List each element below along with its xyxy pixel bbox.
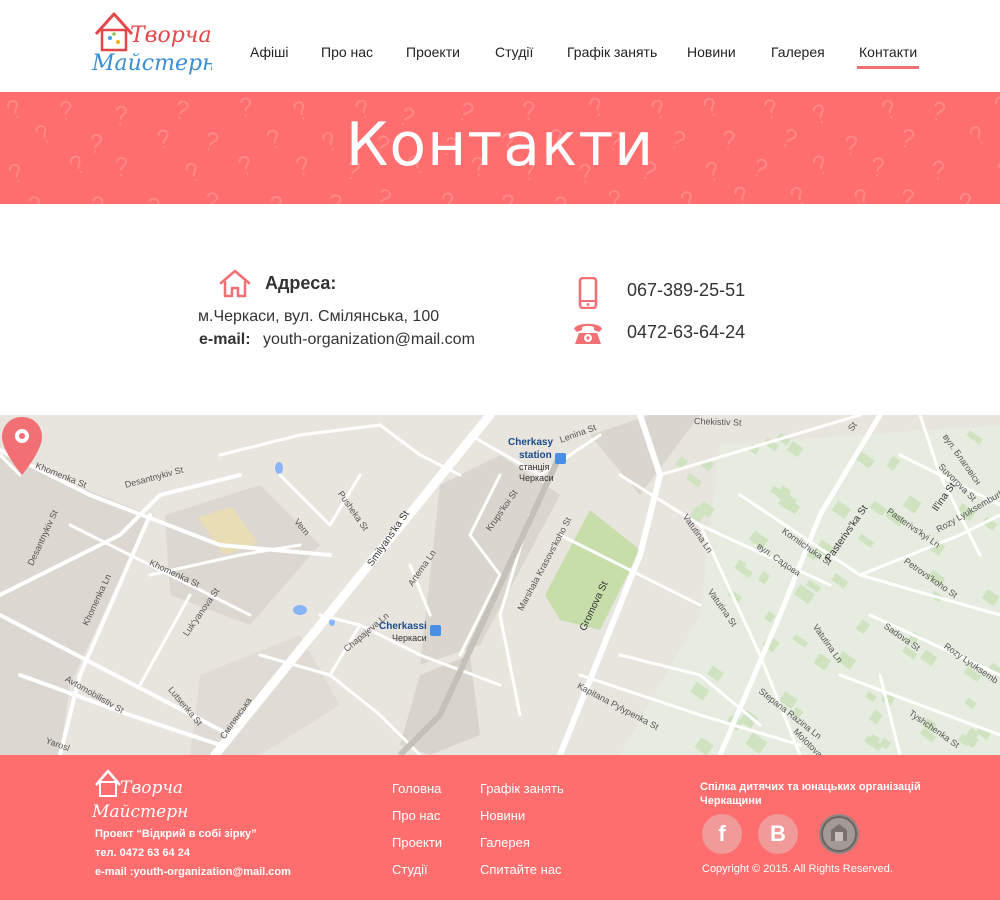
map-place-label: Черкаси <box>392 633 427 643</box>
nav-item-contacts[interactable]: Контакти <box>856 44 920 69</box>
map-green-block <box>685 473 703 488</box>
vkontakte-button[interactable]: B <box>758 814 798 854</box>
question-mark-icon <box>902 189 914 204</box>
nav-item-news[interactable]: Новини <box>687 44 736 60</box>
question-mark-icon <box>790 187 804 204</box>
footer-link-about[interactable]: Про нас <box>392 808 440 823</box>
footer-link-studios[interactable]: Студії <box>392 862 428 877</box>
footer-phone: тел. 0472 63 64 24 <box>95 847 190 859</box>
contacts-section: Адреса: м.Черкаси, вул. Смілянська, 100 … <box>0 204 1000 415</box>
mobile-phone-icon <box>578 277 598 309</box>
footer-logo-house-icon: Творча Майстерня <box>91 769 200 822</box>
question-mark-icon <box>330 194 342 204</box>
footer-organization: Спілка дитячих та юнацьких організацій Ч… <box>700 781 921 807</box>
site-footer: Творча Майстерня Проект “Відкрий в собі … <box>0 755 1000 900</box>
copyright-text: Copyright © 2015. All Rights Reserved. <box>702 863 893 875</box>
vkontakte-icon: B <box>770 821 786 846</box>
question-mark-icon <box>378 189 391 204</box>
nav-item-projects[interactable]: Проекти <box>406 44 460 60</box>
footer-link-schedule[interactable]: Графік занять <box>480 781 564 796</box>
question-mark-icon <box>608 190 620 204</box>
footer-link-ask[interactable]: Спитайте нас <box>480 862 562 877</box>
footer-email[interactable]: e-mail :youth-organization@mail.com <box>95 866 291 878</box>
nav-item-about[interactable]: Про нас <box>321 44 373 60</box>
map-place-label: Cherkassi <box>379 621 427 632</box>
footer-link-home[interactable]: Головна <box>392 781 441 796</box>
emblem-icon <box>821 816 857 852</box>
question-mark-icon <box>148 197 160 204</box>
emblem-button[interactable] <box>819 814 859 854</box>
map-street-label: Chekistiv St <box>693 416 742 428</box>
facebook-button[interactable]: f <box>702 814 742 854</box>
svg-text:Творча: Творча <box>120 778 183 798</box>
question-mark-icon <box>207 192 218 204</box>
main-nav: Афіші Про нас Проекти Студії Графік заня… <box>0 44 1000 74</box>
nav-item-afishi[interactable]: Афіші <box>250 44 288 60</box>
nav-item-studios[interactable]: Студії <box>495 44 533 60</box>
address-label: Адреса: <box>265 273 337 293</box>
footer-link-gallery[interactable]: Галерея <box>480 835 530 850</box>
question-mark-icon <box>502 194 514 204</box>
nav-item-gallery[interactable]: Галерея <box>771 44 825 60</box>
map-station-label: station <box>519 450 552 461</box>
map-marker-icon[interactable] <box>0 415 44 477</box>
question-mark-icon <box>29 196 40 204</box>
question-mark-icon <box>270 195 282 204</box>
mobile-phone-number[interactable]: 067-389-25-51 <box>627 280 745 301</box>
map-station-label: Cherkasy <box>508 437 554 448</box>
nav-item-schedule[interactable]: Графік занять <box>567 44 657 60</box>
footer-project: Проект “Відкрий в собі зірку” <box>95 828 257 840</box>
question-mark-icon <box>734 186 746 204</box>
telephone-icon <box>574 323 602 344</box>
question-mark-icon <box>92 196 104 204</box>
site-header: Творча Майстерня Афіші Про нас Проекти С… <box>0 0 1000 92</box>
footer-link-news[interactable]: Новини <box>480 808 525 823</box>
question-mark-icon <box>960 193 971 204</box>
map-station-label: Черкаси <box>519 473 554 483</box>
question-mark-icon <box>555 196 567 204</box>
address-text: м.Черкаси, вул. Смілянська, 100 <box>198 308 440 325</box>
question-mark-icon <box>854 189 868 204</box>
email-link[interactable]: youth-organization@mail.com <box>263 331 475 349</box>
page-title: Контакти <box>345 110 655 180</box>
home-icon <box>219 269 251 298</box>
question-mark-icon <box>681 191 692 204</box>
footer-link-projects[interactable]: Проекти <box>392 835 442 850</box>
svg-text:Майстерня: Майстерня <box>92 802 188 822</box>
landline-phone-number[interactable]: 0472-63-64-24 <box>627 322 745 343</box>
facebook-icon: f <box>718 821 726 846</box>
location-map[interactable]: Chekistiv St Cherkasy station станція Че… <box>0 415 1000 755</box>
page-banner: Контакти <box>0 92 1000 204</box>
map-roads <box>0 415 1000 755</box>
map-station-label: станція <box>519 462 550 472</box>
footer-logo[interactable]: Творча Майстерня <box>91 765 200 823</box>
email-label: e-mail: <box>199 331 251 348</box>
question-mark-icon <box>442 192 454 204</box>
